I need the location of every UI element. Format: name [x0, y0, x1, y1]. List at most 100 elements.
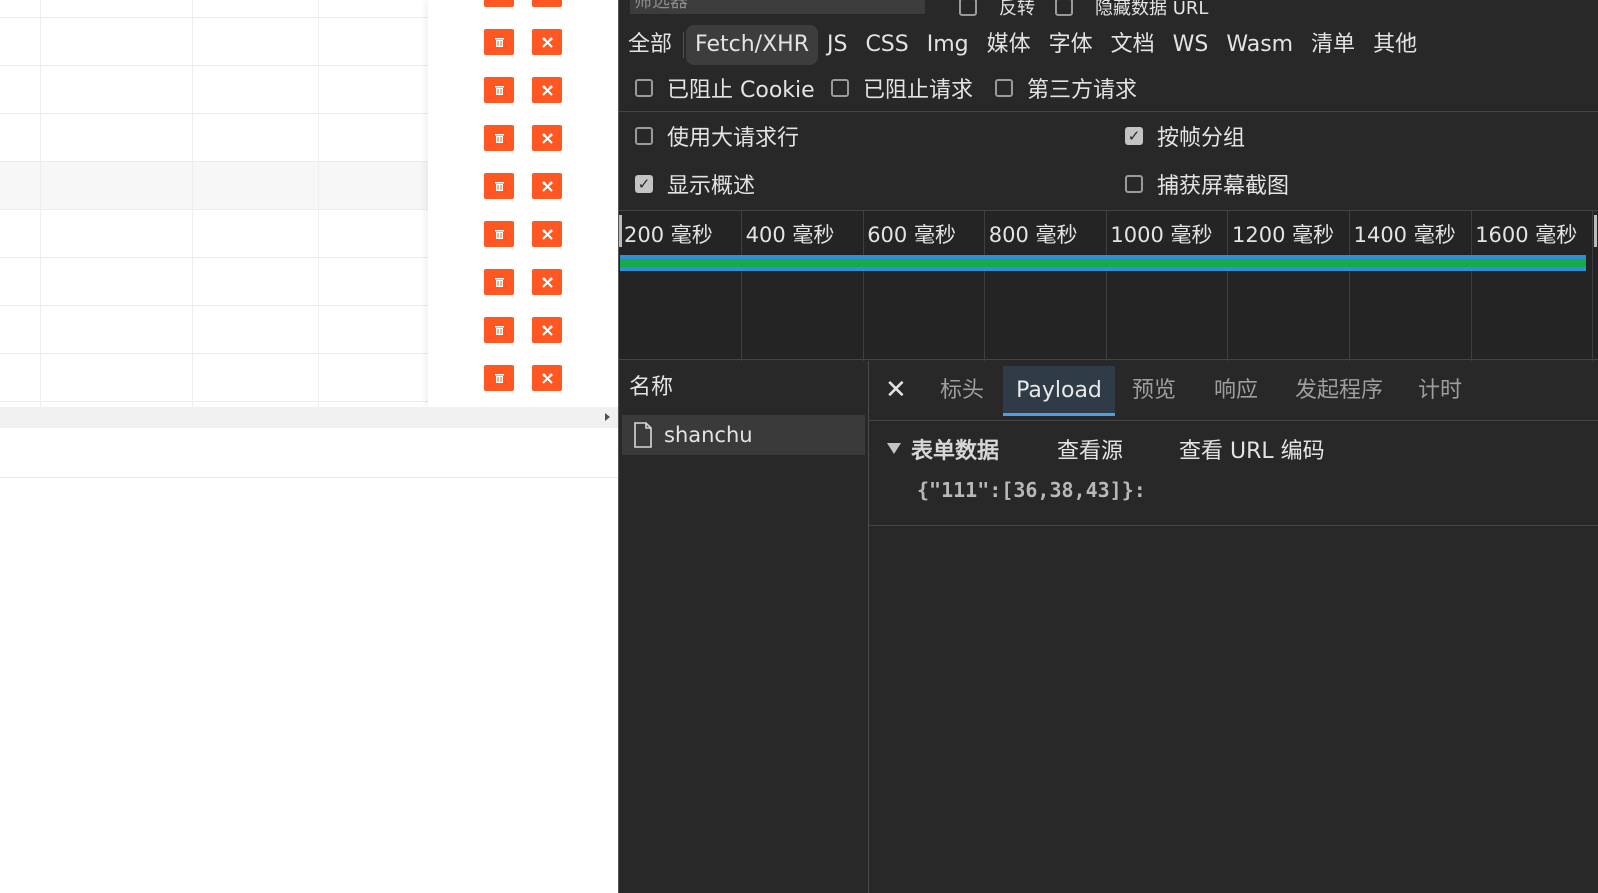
- type-filter-9[interactable]: Wasm: [1217, 25, 1302, 65]
- timeline-gridline: [1105, 211, 1107, 361]
- checkbox-box[interactable]: ✓: [635, 175, 653, 193]
- timeline-gridline: [1227, 211, 1229, 361]
- type-filter-2[interactable]: JS: [818, 25, 856, 65]
- delete-button[interactable]: [484, 221, 514, 247]
- show-overview-checkbox[interactable]: ✓ 显示概述: [635, 168, 755, 200]
- edit-button[interactable]: [532, 125, 562, 151]
- detail-tab-bar: ✕ 标头 Payload 预览 响应 发起程序 计时: [869, 361, 1598, 421]
- request-row[interactable]: shanchu: [622, 415, 865, 455]
- delete-button[interactable]: [484, 125, 514, 151]
- type-filter-0[interactable]: 全部: [619, 25, 681, 65]
- timeline-gridline: [1470, 211, 1472, 361]
- timeline-gridline: [1349, 211, 1350, 361]
- hide-data-urls-label: 隐藏数据 URL: [1095, 0, 1209, 19]
- checkbox-box[interactable]: [1055, 0, 1073, 16]
- type-filter-5[interactable]: 媒体: [978, 25, 1040, 65]
- trash-icon: [494, 229, 504, 239]
- capture-screenshots-label: 捕获屏幕截图: [1157, 174, 1290, 199]
- network-overview-timeline[interactable]: 200 毫秒 400 毫秒 600 毫秒 800 毫秒 1000 毫秒 1200 毫秒 14…: [619, 210, 1598, 361]
- close-icon[interactable]: ✕: [885, 375, 907, 405]
- third-party-requests-checkbox[interactable]: 第三方请求: [995, 72, 1137, 104]
- edit-button[interactable]: [532, 317, 562, 343]
- delete-button[interactable]: [484, 173, 514, 199]
- tools-icon: [541, 372, 553, 384]
- resource-type-filter-bar: 全部 Fetch/XHR JS CSS Img 媒体 字体 文档 WS Wasm 清单 其他: [619, 24, 1426, 66]
- delete-button[interactable]: [484, 0, 514, 7]
- checkbox-box[interactable]: [995, 79, 1013, 97]
- overview-left-handle[interactable]: [619, 215, 622, 247]
- delete-button[interactable]: [484, 365, 514, 391]
- group-by-frame-checkbox[interactable]: ✓ 按帧分组: [1125, 120, 1245, 152]
- delete-button[interactable]: [484, 317, 514, 343]
- collapse-triangle-icon[interactable]: [887, 443, 901, 454]
- horizontal-scrollbar[interactable]: [0, 407, 618, 428]
- timeline-tick-label: 1000 毫秒: [1110, 223, 1213, 247]
- third-party-requests-label: 第三方请求: [1027, 78, 1138, 103]
- overview-right-handle[interactable]: [1594, 215, 1597, 247]
- checkbox-box[interactable]: [635, 127, 653, 145]
- type-filter-6[interactable]: 字体: [1040, 25, 1102, 65]
- timeline-tick-label: 1200 毫秒: [1232, 223, 1335, 247]
- blocked-cookies-checkbox[interactable]: 已阻止 Cookie: [635, 72, 815, 104]
- operations-column: [428, 0, 618, 407]
- type-filter-10[interactable]: 清单: [1302, 25, 1364, 65]
- tab-initiator[interactable]: 发起程序: [1291, 366, 1387, 416]
- payload-value: {"111":[36,38,43]}:: [917, 478, 1146, 502]
- trash-icon: [494, 373, 504, 383]
- table-column-divider: [318, 0, 319, 407]
- blocked-requests-checkbox[interactable]: 已阻止请求: [831, 72, 973, 104]
- type-filter-1[interactable]: Fetch/XHR: [686, 25, 818, 65]
- view-source-link[interactable]: 查看源: [1057, 433, 1123, 465]
- web-page: [0, 0, 618, 893]
- timeline-gridline: [741, 211, 742, 361]
- tools-icon: [541, 276, 553, 288]
- checkbox-box[interactable]: [635, 79, 653, 97]
- type-filter-11[interactable]: 其他: [1364, 25, 1426, 65]
- type-filter-3[interactable]: CSS: [856, 25, 917, 65]
- blocked-cookies-label: 已阻止 Cookie: [667, 78, 815, 103]
- tab-headers[interactable]: 标头: [937, 366, 987, 416]
- tab-payload[interactable]: Payload: [1003, 366, 1115, 416]
- document-icon: [634, 422, 652, 448]
- scroll-right-arrow-icon[interactable]: [605, 413, 610, 421]
- tab-timing[interactable]: 计时: [1415, 366, 1465, 416]
- form-data-title[interactable]: 表单数据: [911, 433, 999, 465]
- invert-checkbox[interactable]: 反转: [959, 0, 1035, 20]
- type-filter-8[interactable]: WS: [1164, 25, 1218, 65]
- capture-screenshots-checkbox[interactable]: 捕获屏幕截图: [1125, 168, 1289, 200]
- checkbox-box[interactable]: ✓: [1125, 127, 1143, 145]
- edit-button[interactable]: [532, 77, 562, 103]
- tab-preview[interactable]: 预览: [1129, 366, 1179, 416]
- tab-response[interactable]: 响应: [1211, 366, 1261, 416]
- large-rows-checkbox[interactable]: 使用大请求行: [635, 120, 799, 152]
- edit-button[interactable]: [532, 269, 562, 295]
- filter-input[interactable]: 筛选器: [630, 0, 925, 14]
- timeline-tick-label: 200 毫秒: [624, 223, 713, 247]
- delete-button[interactable]: [484, 269, 514, 295]
- checkbox-box[interactable]: [1125, 175, 1143, 193]
- toolbar-divider: [619, 111, 1598, 112]
- edit-button[interactable]: [532, 221, 562, 247]
- timeline-gridline: [984, 211, 986, 361]
- timeline-tick-label: 400 毫秒: [745, 223, 835, 247]
- delete-button[interactable]: [484, 29, 514, 55]
- invert-label: 反转: [999, 0, 1035, 19]
- edit-button[interactable]: [532, 365, 562, 391]
- type-filter-7[interactable]: 文档: [1102, 25, 1164, 65]
- blocked-requests-label: 已阻止请求: [863, 78, 974, 103]
- edit-button[interactable]: [532, 29, 562, 55]
- tools-icon: [541, 132, 553, 144]
- edit-button[interactable]: [532, 0, 562, 7]
- tools-icon: [541, 180, 553, 192]
- checkbox-box[interactable]: [959, 0, 977, 16]
- payload-divider: [869, 525, 1598, 526]
- checkbox-box[interactable]: [831, 79, 849, 97]
- delete-button[interactable]: [484, 77, 514, 103]
- name-column-header[interactable]: 名称: [629, 369, 673, 401]
- edit-button[interactable]: [532, 173, 562, 199]
- tools-icon: [541, 36, 553, 48]
- hide-data-urls-checkbox[interactable]: 隐藏数据 URL: [1055, 0, 1208, 20]
- type-filter-4[interactable]: Img: [918, 25, 978, 65]
- trash-icon: [494, 133, 504, 143]
- view-url-encoded-link[interactable]: 查看 URL 编码: [1179, 433, 1325, 465]
